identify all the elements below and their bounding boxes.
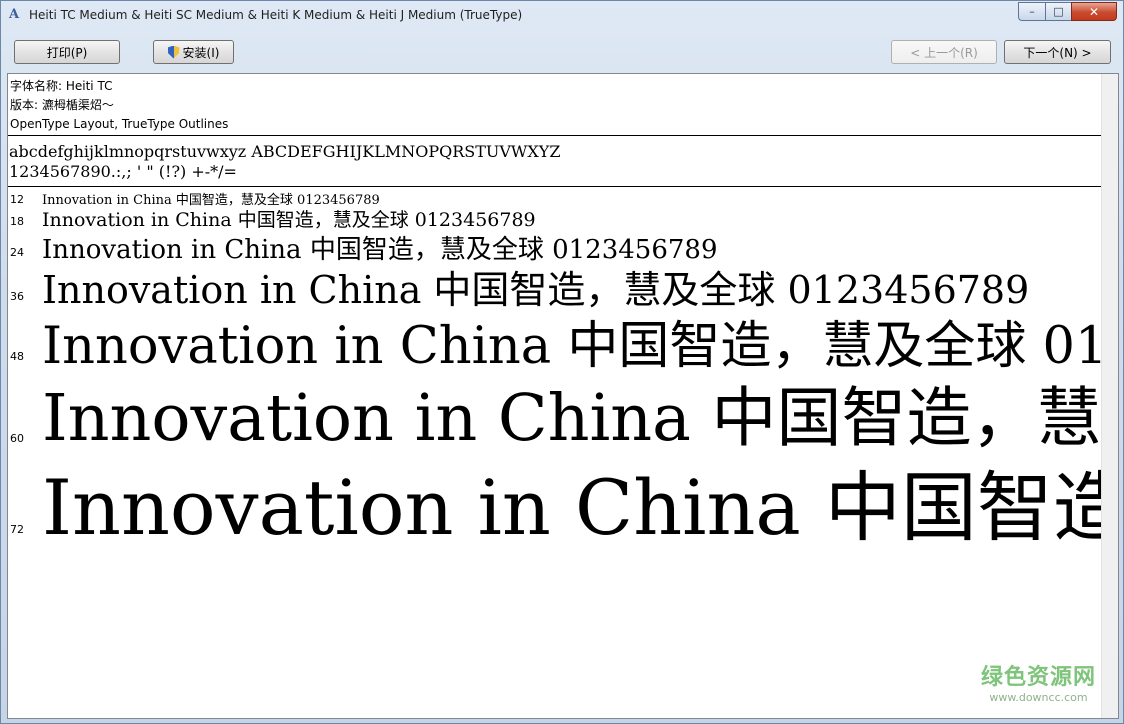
- install-button[interactable]: 安装(I): [153, 40, 234, 64]
- charset-letters: abcdefghijklmnopqrstuvwxyz ABCDEFGHIJKLM…: [9, 142, 561, 161]
- maximize-icon: □: [1053, 5, 1064, 18]
- title-bar[interactable]: A Heiti TC Medium & Heiti SC Medium & He…: [1, 1, 1123, 31]
- sample-text: Innovation in China 中国智造，慧及全球 0123456789: [42, 381, 1101, 456]
- previous-button[interactable]: < 上一个(R): [891, 40, 997, 64]
- size-label: 48: [10, 350, 24, 363]
- font-app-icon: A: [9, 7, 20, 22]
- sample-text: Innovation in China 中国智造，慧及全球 0123456789: [42, 193, 380, 207]
- sample-text: Innovation in China 中国智造，慧及全球 0123456789: [42, 209, 536, 231]
- caption-buttons: – □ ✕: [1018, 2, 1117, 22]
- next-button-label: 下一个(N) >: [1023, 45, 1092, 60]
- sample-row-48: 48 Innovation in China 中国智造，慧及全球 0123456…: [8, 315, 1101, 377]
- sample-row-12: 12 Innovation in China 中国智造，慧及全球 0123456…: [8, 191, 1101, 207]
- divider: [8, 135, 1101, 136]
- minimize-button[interactable]: –: [1018, 2, 1045, 21]
- font-name: 字体名称: Heiti TC: [10, 79, 113, 93]
- font-type: OpenType Layout, TrueType Outlines: [10, 117, 229, 131]
- sample-text: Innovation in China 中国智造，慧及全球 0123456789: [42, 268, 1030, 312]
- uac-shield-icon: [167, 45, 180, 59]
- print-button-label: 打印(P): [46, 45, 88, 60]
- size-label: 24: [10, 246, 24, 259]
- install-button-label: 安装(I): [182, 45, 220, 60]
- maximize-button[interactable]: □: [1045, 2, 1071, 21]
- size-label: 60: [10, 432, 24, 445]
- size-label: 72: [10, 523, 24, 536]
- sample-row-60: 60 Innovation in China 中国智造，慧及全球 0123456…: [8, 378, 1101, 458]
- sample-text: Innovation in China 中国智造，慧及全球 0123456789: [42, 235, 718, 265]
- sample-row-36: 36 Innovation in China 中国智造，慧及全球 0123456…: [8, 265, 1101, 313]
- sample-text: Innovation in China 中国智造，慧及全球 0123456789: [42, 463, 1101, 552]
- font-version: 版本: 瀌栂楯渠炤〜: [10, 98, 114, 112]
- size-label: 18: [10, 215, 24, 228]
- font-viewer-window: A Heiti TC Medium & Heiti SC Medium & He…: [0, 0, 1124, 724]
- print-button[interactable]: 打印(P): [14, 40, 120, 64]
- minimize-icon: –: [1029, 5, 1035, 18]
- font-preview-pane: 字体名称: Heiti TC 版本: 瀌栂楯渠炤〜 OpenType Layou…: [7, 73, 1119, 719]
- size-samples: 12 Innovation in China 中国智造，慧及全球 0123456…: [8, 188, 1101, 718]
- sample-text: Innovation in China 中国智造，慧及全球 0123456789: [42, 317, 1101, 376]
- close-icon: ✕: [1088, 4, 1100, 19]
- size-label: 12: [10, 193, 24, 206]
- font-info: 字体名称: Heiti TC 版本: 瀌栂楯渠炤〜 OpenType Layou…: [10, 77, 228, 134]
- window-title: Heiti TC Medium & Heiti SC Medium & Heit…: [29, 8, 523, 22]
- sample-row-72: 72 Innovation in China 中国智造，慧及全球 0123456…: [8, 460, 1101, 556]
- divider: [8, 186, 1101, 187]
- vertical-scrollbar[interactable]: [1101, 74, 1118, 718]
- next-button[interactable]: 下一个(N) >: [1004, 40, 1111, 64]
- sample-row-24: 24 Innovation in China 中国智造，慧及全球 0123456…: [8, 233, 1101, 265]
- previous-button-label: < 上一个(R): [910, 45, 978, 60]
- toolbar: 打印(P) 安装(I) < 上一个(R) 下一个(N) >: [7, 35, 1117, 69]
- sample-row-18: 18 Innovation in China 中国智造，慧及全球 0123456…: [8, 208, 1101, 232]
- close-button[interactable]: ✕: [1071, 2, 1117, 21]
- charset-digits: 1234567890.:,; ' " (!?) +-*/=: [9, 162, 237, 181]
- size-label: 36: [10, 290, 24, 303]
